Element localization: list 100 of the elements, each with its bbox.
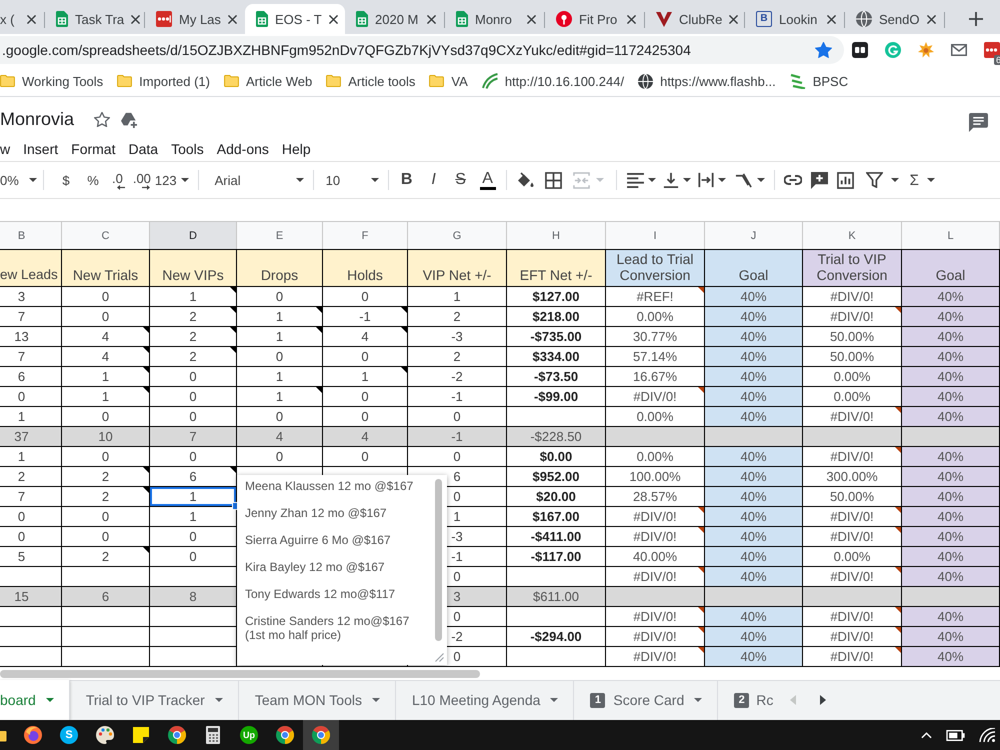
- bookmark-item[interactable]: Article tools: [322, 69, 420, 93]
- table-cell-text: #DIV/0!: [632, 608, 678, 626]
- align-icon[interactable]: [626, 172, 644, 188]
- pin-icon: [556, 11, 572, 27]
- menu-item[interactable]: Add-ons: [216, 140, 269, 156]
- column-header[interactable]: J: [705, 222, 803, 249]
- table-cell: 4: [323, 427, 408, 447]
- column-header[interactable]: I: [606, 222, 705, 249]
- add-comment-icon[interactable]: [810, 172, 828, 188]
- browser-tab[interactable]: SendO: [845, 4, 945, 34]
- bookmark-item[interactable]: BPSC: [786, 69, 852, 93]
- align-bottom-icon[interactable]: [662, 172, 679, 188]
- italic-button[interactable]: I: [424, 168, 443, 192]
- increase-decimals-button[interactable]: .00: [130, 168, 153, 192]
- plus-icon[interactable]: [969, 12, 983, 26]
- menu-item[interactable]: Help: [282, 140, 311, 156]
- bookmark-item[interactable]: https://www.flashb...: [634, 69, 780, 93]
- sheet-tab[interactable]: board: [0, 680, 70, 720]
- mail-icon[interactable]: [951, 44, 967, 56]
- star-icon[interactable]: [815, 42, 832, 58]
- borders-icon[interactable]: [544, 172, 562, 188]
- number-format-dropdown[interactable]: 123: [154, 168, 189, 192]
- close-icon[interactable]: [27, 14, 36, 24]
- strikethrough-button[interactable]: S: [452, 168, 470, 192]
- sheet-tab[interactable]: 2 Rc: [718, 680, 776, 720]
- close-icon[interactable]: [427, 14, 436, 24]
- table-cell: 40%: [902, 467, 1000, 487]
- column-header[interactable]: D: [150, 222, 237, 249]
- column-header[interactable]: L: [902, 222, 1000, 249]
- bookmark-item[interactable]: Imported (1): [113, 69, 214, 93]
- folder-icon: [224, 75, 239, 87]
- menu-item[interactable]: Format: [71, 140, 116, 156]
- resize-handle-icon[interactable]: [435, 653, 444, 662]
- taskbar-button[interactable]: [303, 720, 339, 750]
- close-icon[interactable]: [527, 14, 536, 24]
- text-wrap-icon[interactable]: [698, 172, 714, 188]
- text-rotate-icon[interactable]: [734, 172, 752, 188]
- functions-dropdown[interactable]: Σ: [910, 168, 935, 192]
- text-color-button[interactable]: A: [478, 168, 497, 192]
- close-icon[interactable]: [827, 14, 836, 24]
- arrow-right-icon[interactable]: [820, 695, 826, 705]
- browser-tab[interactable]: B Lookin: [745, 4, 845, 34]
- tiles-icon[interactable]: [852, 42, 868, 58]
- dots-icon[interactable]: [984, 42, 1000, 58]
- browser-tab[interactable]: EOS - T: [245, 4, 345, 34]
- bookmark-item[interactable]: VA: [425, 69, 472, 93]
- filter-icon[interactable]: [866, 172, 883, 188]
- zoom-dropdown[interactable]: 0%: [0, 168, 34, 192]
- bookmark-item[interactable]: http://10.16.100.244/: [478, 69, 628, 93]
- browser-tab[interactable]: ClubRe: [645, 4, 745, 34]
- close-icon[interactable]: [228, 14, 237, 24]
- document-title[interactable]: Monrovia: [0, 109, 74, 130]
- bookmark-item[interactable]: Article Web: [220, 69, 316, 93]
- menu-item[interactable]: Data: [128, 140, 158, 156]
- triangle-plus-icon[interactable]: [120, 112, 138, 128]
- battery-icon[interactable]: [946, 730, 965, 740]
- globe-icon: [638, 74, 654, 88]
- address-bar[interactable]: .google.com/spreadsheets/d/15OZJBXZHBNFgm952nDv7QFGZb7KjVYsd37q9CXzYukc/edit#gid=1172425304: [0, 36, 844, 64]
- column-header[interactable]: K: [803, 222, 902, 249]
- menu-item[interactable]: Tools: [171, 140, 204, 156]
- link-icon[interactable]: [784, 175, 802, 185]
- star-icon[interactable]: [94, 112, 110, 127]
- dots-icon: [156, 11, 172, 27]
- browser-tab[interactable]: 2020 M: [345, 4, 445, 34]
- currency-button[interactable]: $: [58, 168, 74, 192]
- close-icon[interactable]: [131, 14, 140, 24]
- column-header[interactable]: G: [408, 222, 507, 249]
- scrollbar-thumb[interactable]: [0, 670, 480, 678]
- font-dropdown[interactable]: Arial: [208, 168, 304, 192]
- column-header[interactable]: B: [0, 222, 62, 249]
- browser-tab[interactable]: Monro: [445, 4, 545, 34]
- scrollbar-thumb[interactable]: [435, 479, 442, 641]
- column-header[interactable]: C: [62, 222, 150, 249]
- table-cell-text: #DIV/0!: [632, 528, 678, 546]
- bookmark-item[interactable]: Working Tools: [0, 69, 108, 93]
- chart-icon[interactable]: [836, 172, 854, 188]
- menu-item[interactable]: w: [0, 140, 10, 156]
- comment-icon[interactable]: [969, 113, 988, 132]
- browser-tab[interactable]: x (: [0, 4, 45, 34]
- browser-tab[interactable]: Fit Pro: [545, 4, 645, 34]
- close-icon[interactable]: [927, 14, 936, 24]
- font-size-dropdown[interactable]: 10: [322, 168, 379, 192]
- close-icon[interactable]: [627, 14, 636, 24]
- paint-bucket-icon[interactable]: [516, 172, 534, 188]
- percent-button[interactable]: %: [85, 168, 101, 192]
- column-header[interactable]: H: [507, 222, 606, 249]
- bold-button[interactable]: B: [398, 168, 416, 192]
- menu-item[interactable]: Insert: [23, 140, 58, 156]
- browser-tab[interactable]: Task Tra: [45, 4, 145, 34]
- column-header[interactable]: E: [237, 222, 323, 249]
- decrease-decimals-button[interactable]: .0: [110, 168, 125, 192]
- table-cell: 40%: [902, 507, 1000, 527]
- browser-tab[interactable]: My Las: [145, 4, 245, 34]
- wifi-icon[interactable]: [979, 728, 995, 742]
- close-icon[interactable]: [729, 14, 738, 24]
- starburst-icon[interactable]: [918, 42, 934, 58]
- close-icon[interactable]: [328, 14, 338, 24]
- chevron-up-icon[interactable]: [921, 732, 932, 738]
- column-header[interactable]: F: [323, 222, 408, 249]
- table-cell: 40%: [902, 607, 1000, 627]
